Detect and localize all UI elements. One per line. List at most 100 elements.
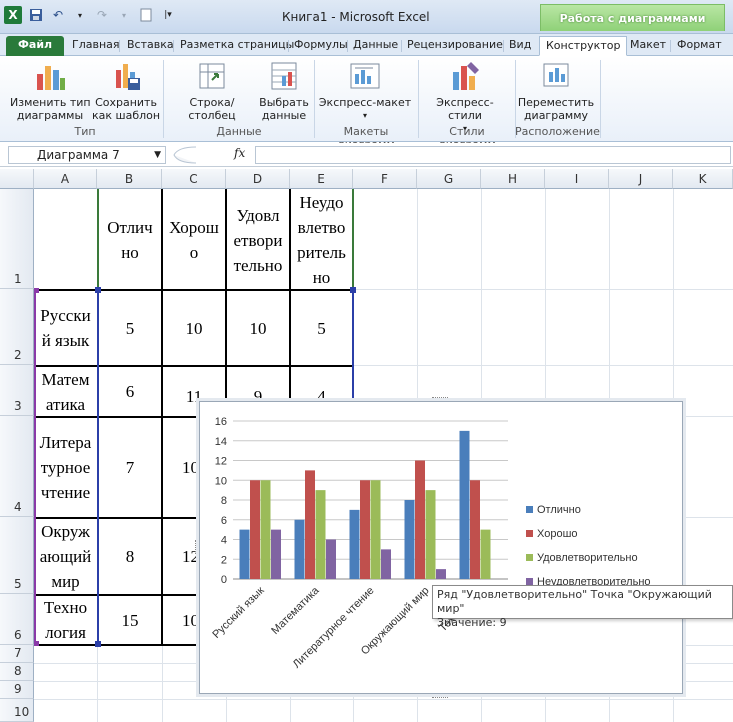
tab-data[interactable]: Данные xyxy=(347,36,404,56)
row-header-2[interactable]: 2 xyxy=(0,289,34,365)
tab-review[interactable]: Рецензирование xyxy=(401,36,509,56)
quick-access-toolbar: X ↶ ▾ ↷ ▾ |▾ xyxy=(4,6,176,24)
cell-b5[interactable]: 8 xyxy=(99,519,161,594)
y-tick-label: 14 xyxy=(215,436,227,448)
col-header-i[interactable]: I xyxy=(545,169,609,189)
cell-a2[interactable]: Русски й язык xyxy=(34,291,97,365)
cell-b4[interactable]: 7 xyxy=(99,418,161,517)
formula-input[interactable] xyxy=(255,146,731,164)
legend-label: Хорошо xyxy=(537,528,578,540)
change-chart-type-button[interactable]: Изменить тип диаграммы xyxy=(10,60,91,122)
col-header-a[interactable]: A xyxy=(34,169,97,189)
row-header-4[interactable]: 4 xyxy=(0,416,34,517)
tab-home[interactable]: Главная xyxy=(66,36,126,56)
legend-swatch xyxy=(526,578,533,585)
col-header-e[interactable]: E xyxy=(290,169,353,189)
cell-e1[interactable]: Неудо влетво ритель но xyxy=(291,191,352,289)
cell-a6[interactable]: Техно логия xyxy=(34,596,97,644)
row-header-10[interactable]: 10 xyxy=(0,699,34,722)
cell-a3[interactable]: Матем атика xyxy=(34,367,97,416)
move-chart-button[interactable]: Переместить диаграмму xyxy=(517,60,595,122)
bar xyxy=(315,490,326,579)
row-header-3[interactable]: 3 xyxy=(0,365,34,416)
quick-styles-button[interactable]: Экспресс-стили ▾ xyxy=(420,60,510,135)
move-chart-label: Переместить диаграмму xyxy=(517,96,595,122)
cell-b2[interactable]: 5 xyxy=(99,291,161,365)
chart-tooltip: Ряд "Удовлетворительно" Точка "Окружающи… xyxy=(432,585,733,629)
row-header-8[interactable]: 8 xyxy=(0,663,34,681)
bar-chart[interactable]: 0246810121416 Русский язык МатематикаЛите… xyxy=(200,402,682,693)
cell-e2[interactable]: 5 xyxy=(291,291,352,365)
cell-a4[interactable]: Литера турное чтение xyxy=(34,418,97,517)
undo-dropdown-icon[interactable]: ▾ xyxy=(72,7,88,23)
col-header-c[interactable]: C xyxy=(162,169,226,189)
excel-logo-icon[interactable]: X xyxy=(4,6,22,24)
cell-c1[interactable]: Хорош о xyxy=(163,191,225,289)
cell-b6[interactable]: 15 xyxy=(99,596,161,644)
tab-layout[interactable]: Макет xyxy=(624,36,672,56)
col-header-j[interactable]: J xyxy=(609,169,673,189)
chart-resize-handle-bottom[interactable] xyxy=(432,694,448,698)
select-data-button[interactable]: Выбрать данные xyxy=(258,60,310,122)
window-title: Книга1 - Microsoft Excel xyxy=(282,10,430,24)
col-header-h[interactable]: H xyxy=(481,169,545,189)
cell-d2[interactable]: 10 xyxy=(227,291,289,365)
chart-resize-handle-top[interactable] xyxy=(432,397,448,401)
bar xyxy=(470,480,480,579)
group-location-label: Расположение xyxy=(515,125,600,138)
col-header-f[interactable]: F xyxy=(353,169,417,189)
row-header-1[interactable]: 1 xyxy=(0,189,34,289)
bar xyxy=(480,529,491,579)
bar xyxy=(415,460,425,579)
chart-resize-handle-left[interactable] xyxy=(195,540,199,554)
row-header-5[interactable]: 5 xyxy=(0,517,34,594)
tab-design[interactable]: Конструктор xyxy=(539,36,628,56)
quick-layout-dropdown-icon: ▾ xyxy=(362,111,367,120)
select-all-corner[interactable] xyxy=(0,169,34,189)
name-box[interactable]: Диаграмма 7 ▼ xyxy=(8,146,166,164)
y-tick-label: 8 xyxy=(221,495,227,507)
col-header-b[interactable]: B xyxy=(97,169,162,189)
bar xyxy=(349,509,360,579)
tab-view[interactable]: Вид xyxy=(503,36,537,56)
save-icon[interactable] xyxy=(28,7,44,23)
formula-bar-handle-icon[interactable] xyxy=(170,146,200,164)
cell-a5[interactable]: Окруж ающий мир xyxy=(34,519,97,594)
customize-qat-icon[interactable]: |▾ xyxy=(160,7,176,23)
tab-formulas[interactable]: Формулы xyxy=(288,36,354,56)
cell-c6[interactable]: 10 xyxy=(163,596,199,644)
col-header-k[interactable]: K xyxy=(673,169,733,189)
bar xyxy=(271,529,281,579)
insert-function-icon[interactable]: fx xyxy=(234,146,245,160)
col-header-d[interactable]: D xyxy=(226,169,290,189)
chart-object[interactable]: 0 2 4 6 8 10 12 14 16 Русский язык Математика Лите… xyxy=(195,397,683,698)
change-chart-type-label: Изменить тип диаграммы xyxy=(10,96,91,122)
cell-d1[interactable]: Удовл етвори тельно xyxy=(227,191,289,289)
row-header-9[interactable]: 9 xyxy=(0,681,34,699)
tab-insert[interactable]: Вставка xyxy=(121,36,180,56)
save-as-template-button[interactable]: Сохранить как шаблон xyxy=(92,60,160,122)
redo-dropdown-icon[interactable]: ▾ xyxy=(116,7,132,23)
cell-c2[interactable]: 10 xyxy=(163,291,225,365)
template-icon xyxy=(110,60,142,92)
legend-swatch xyxy=(526,506,533,513)
cell-b3[interactable]: 6 xyxy=(99,367,161,416)
switch-row-column-button[interactable]: Строка/столбец xyxy=(168,60,256,122)
redo-icon[interactable]: ↷ xyxy=(94,7,110,23)
row-header-6[interactable]: 6 xyxy=(0,594,34,645)
tab-page-layout[interactable]: Разметка страницы xyxy=(174,36,300,56)
quick-layout-button[interactable]: Экспресс-макет ▾ xyxy=(318,60,412,122)
switch-row-column-icon xyxy=(196,60,228,92)
undo-icon[interactable]: ↶ xyxy=(50,7,66,23)
new-file-icon[interactable] xyxy=(138,7,154,23)
col-header-g[interactable]: G xyxy=(417,169,481,189)
cell-c4[interactable]: 10 xyxy=(163,418,199,517)
cell-b1[interactable]: Отлич но xyxy=(99,191,161,289)
tab-file[interactable]: Файл xyxy=(6,36,65,56)
name-box-dropdown-icon[interactable]: ▼ xyxy=(154,147,161,163)
cell-c5[interactable]: 12 xyxy=(163,519,199,594)
tab-format[interactable]: Формат xyxy=(671,36,728,56)
row-header-7[interactable]: 7 xyxy=(0,645,34,663)
bar xyxy=(294,519,305,579)
y-tick-label: 16 xyxy=(215,416,227,428)
